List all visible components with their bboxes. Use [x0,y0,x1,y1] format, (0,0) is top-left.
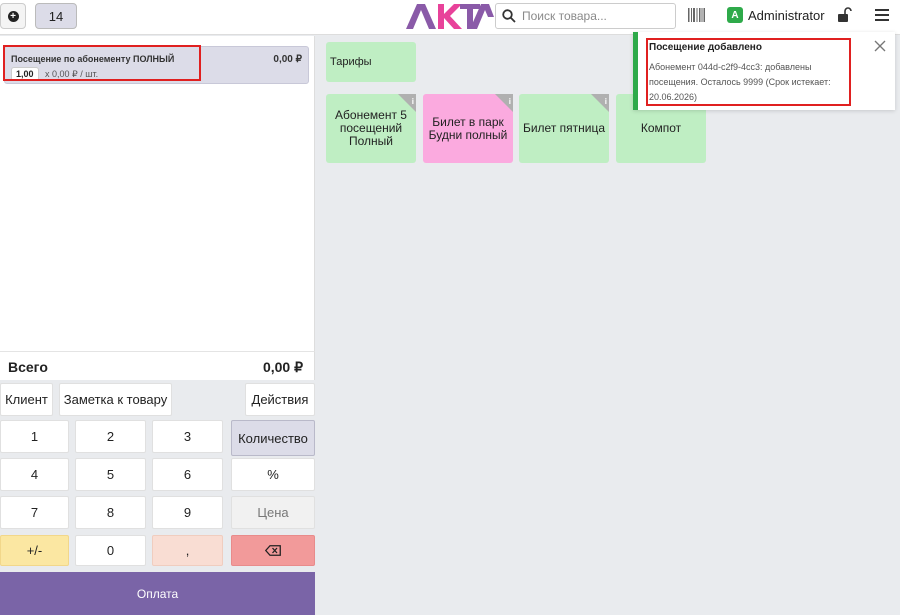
order-line-item[interactable]: Посещение по абонементу ПОЛНЫЙ 0,00 ₽ 1,… [4,46,309,84]
product-name: Билет в парк Будни полный [428,114,508,142]
product-name: Абонемент 5 посещений Полный [335,108,407,148]
price-mode-button[interactable]: Цена [231,496,315,529]
item-note-button[interactable]: Заметка к товару [59,383,172,416]
barcode-icon[interactable] [688,8,705,22]
pay-button[interactable]: Оплата [0,572,315,615]
key-3[interactable]: 3 [152,420,223,453]
hamburger-menu-icon[interactable] [875,9,889,22]
product-tile[interactable]: Билет в парк Будни полный i [423,94,513,163]
product-tile[interactable]: Абонемент 5 посещений Полный i [326,94,416,163]
order-item-unit-price: x 0,00 ₽ / шт. [45,69,99,79]
comma-key[interactable]: , [152,535,223,566]
plus-minus-key[interactable]: +/- [0,535,69,566]
total-value: 0,00 ₽ [262,359,303,375]
key-7[interactable]: 7 [0,496,69,529]
key-2[interactable]: 2 [75,420,146,453]
unlock-icon[interactable] [838,7,852,23]
order-item-name: Посещение по абонементу ПОЛНЫЙ [11,54,175,64]
actions-button[interactable]: Действия [245,383,315,416]
quantity-mode-button[interactable]: Количество [231,420,315,456]
order-item-quantity[interactable]: 1,00 [11,67,39,81]
key-6[interactable]: 6 [152,458,223,491]
toast-message: Абонемент 044d-c2f9-4cc3: добавлены посе… [649,62,831,102]
key-9[interactable]: 9 [152,496,223,529]
backspace-button[interactable] [231,535,315,566]
order-tab-button[interactable]: 14 [35,3,77,29]
search-icon [502,9,516,23]
total-bar: Всего 0,00 ₽ [0,351,315,380]
close-icon[interactable] [874,40,886,52]
percent-mode-button[interactable]: % [231,458,315,491]
info-icon: i [508,97,511,106]
notification-toast: Посещение добавлено Абонемент 044d-c2f9-… [633,32,895,110]
category-tariffs[interactable]: Тарифы [326,42,416,82]
toast-title: Посещение добавлено [649,42,762,53]
user-name: Administrator [748,7,825,23]
search-field[interactable] [495,3,676,29]
avatar: A [727,7,743,23]
info-icon: i [604,97,607,106]
info-icon: i [411,97,414,106]
client-button[interactable]: Клиент [0,383,53,416]
total-label: Всего [8,359,48,375]
plus-icon: + [7,10,19,22]
product-tile[interactable]: Билет пятница i [519,94,609,163]
key-1[interactable]: 1 [0,420,69,453]
key-5[interactable]: 5 [75,458,146,491]
order-list: Посещение по абонементу ПОЛНЫЙ 0,00 ₽ 1,… [0,36,315,351]
akta-logo [406,4,494,29]
product-name: Компот [640,121,682,135]
add-order-button[interactable]: + [0,3,26,29]
search-input[interactable] [522,9,672,23]
product-name: Билет пятница [522,121,606,135]
key-4[interactable]: 4 [0,458,69,491]
key-0[interactable]: 0 [75,535,146,566]
user-menu[interactable]: A Administrator [727,7,825,23]
backspace-icon [265,545,281,556]
key-8[interactable]: 8 [75,496,146,529]
order-item-price: 0,00 ₽ [273,54,302,65]
top-bar: + 14 A Administrator [0,0,900,35]
